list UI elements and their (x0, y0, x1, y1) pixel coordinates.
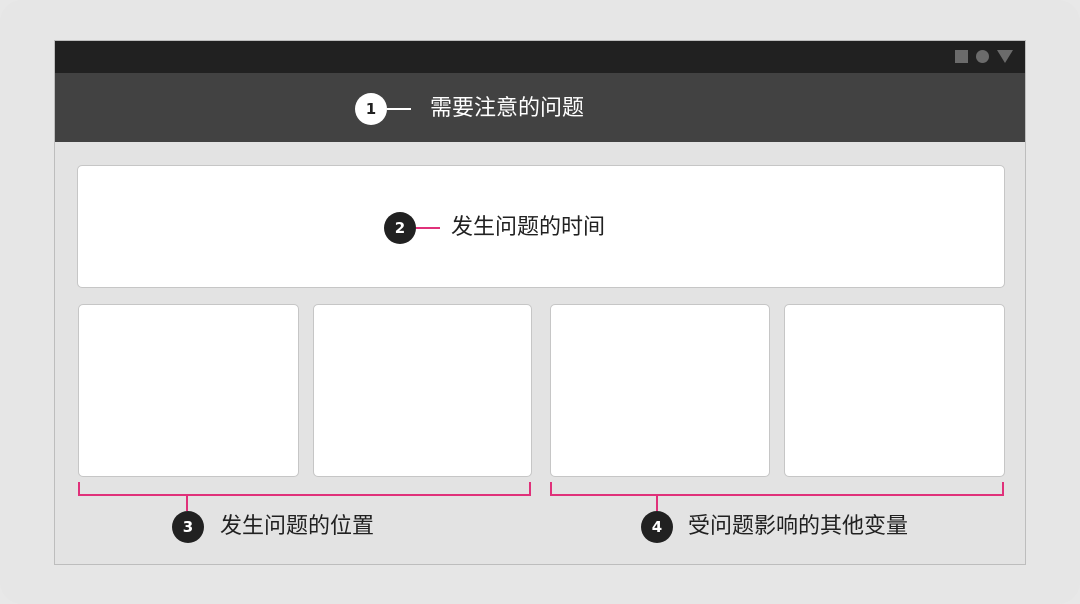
triangle-icon (997, 50, 1013, 63)
callout-1-label: 需要注意的问题 (430, 96, 585, 121)
location-card-2 (313, 304, 532, 477)
square-icon (955, 50, 968, 63)
status-bar (55, 41, 1025, 73)
callout-2-badge: 2 (384, 212, 416, 244)
callout-4-badge: 4 (641, 511, 673, 543)
variable-card-1 (550, 304, 770, 477)
location-bracket-stem (186, 495, 188, 511)
circle-icon (976, 50, 989, 63)
system-icons (955, 50, 1013, 63)
diagram-background: 1 需要注意的问题 2 发生问题的时间 3 发生问题的位置 4 受问题影响的其他… (0, 0, 1080, 604)
location-card-1 (78, 304, 299, 477)
variable-card-2 (784, 304, 1005, 477)
variables-bracket-stem (656, 495, 658, 511)
variables-bracket (550, 482, 1004, 496)
callout-1-leader (387, 108, 411, 110)
callout-2-leader (416, 227, 440, 229)
callout-3-label: 发生问题的位置 (220, 514, 375, 539)
callout-2-label: 发生问题的时间 (451, 215, 606, 240)
callout-1-badge: 1 (355, 93, 387, 125)
callout-4-label: 受问题影响的其他变量 (688, 514, 909, 539)
callout-3-badge: 3 (172, 511, 204, 543)
location-bracket (78, 482, 531, 496)
